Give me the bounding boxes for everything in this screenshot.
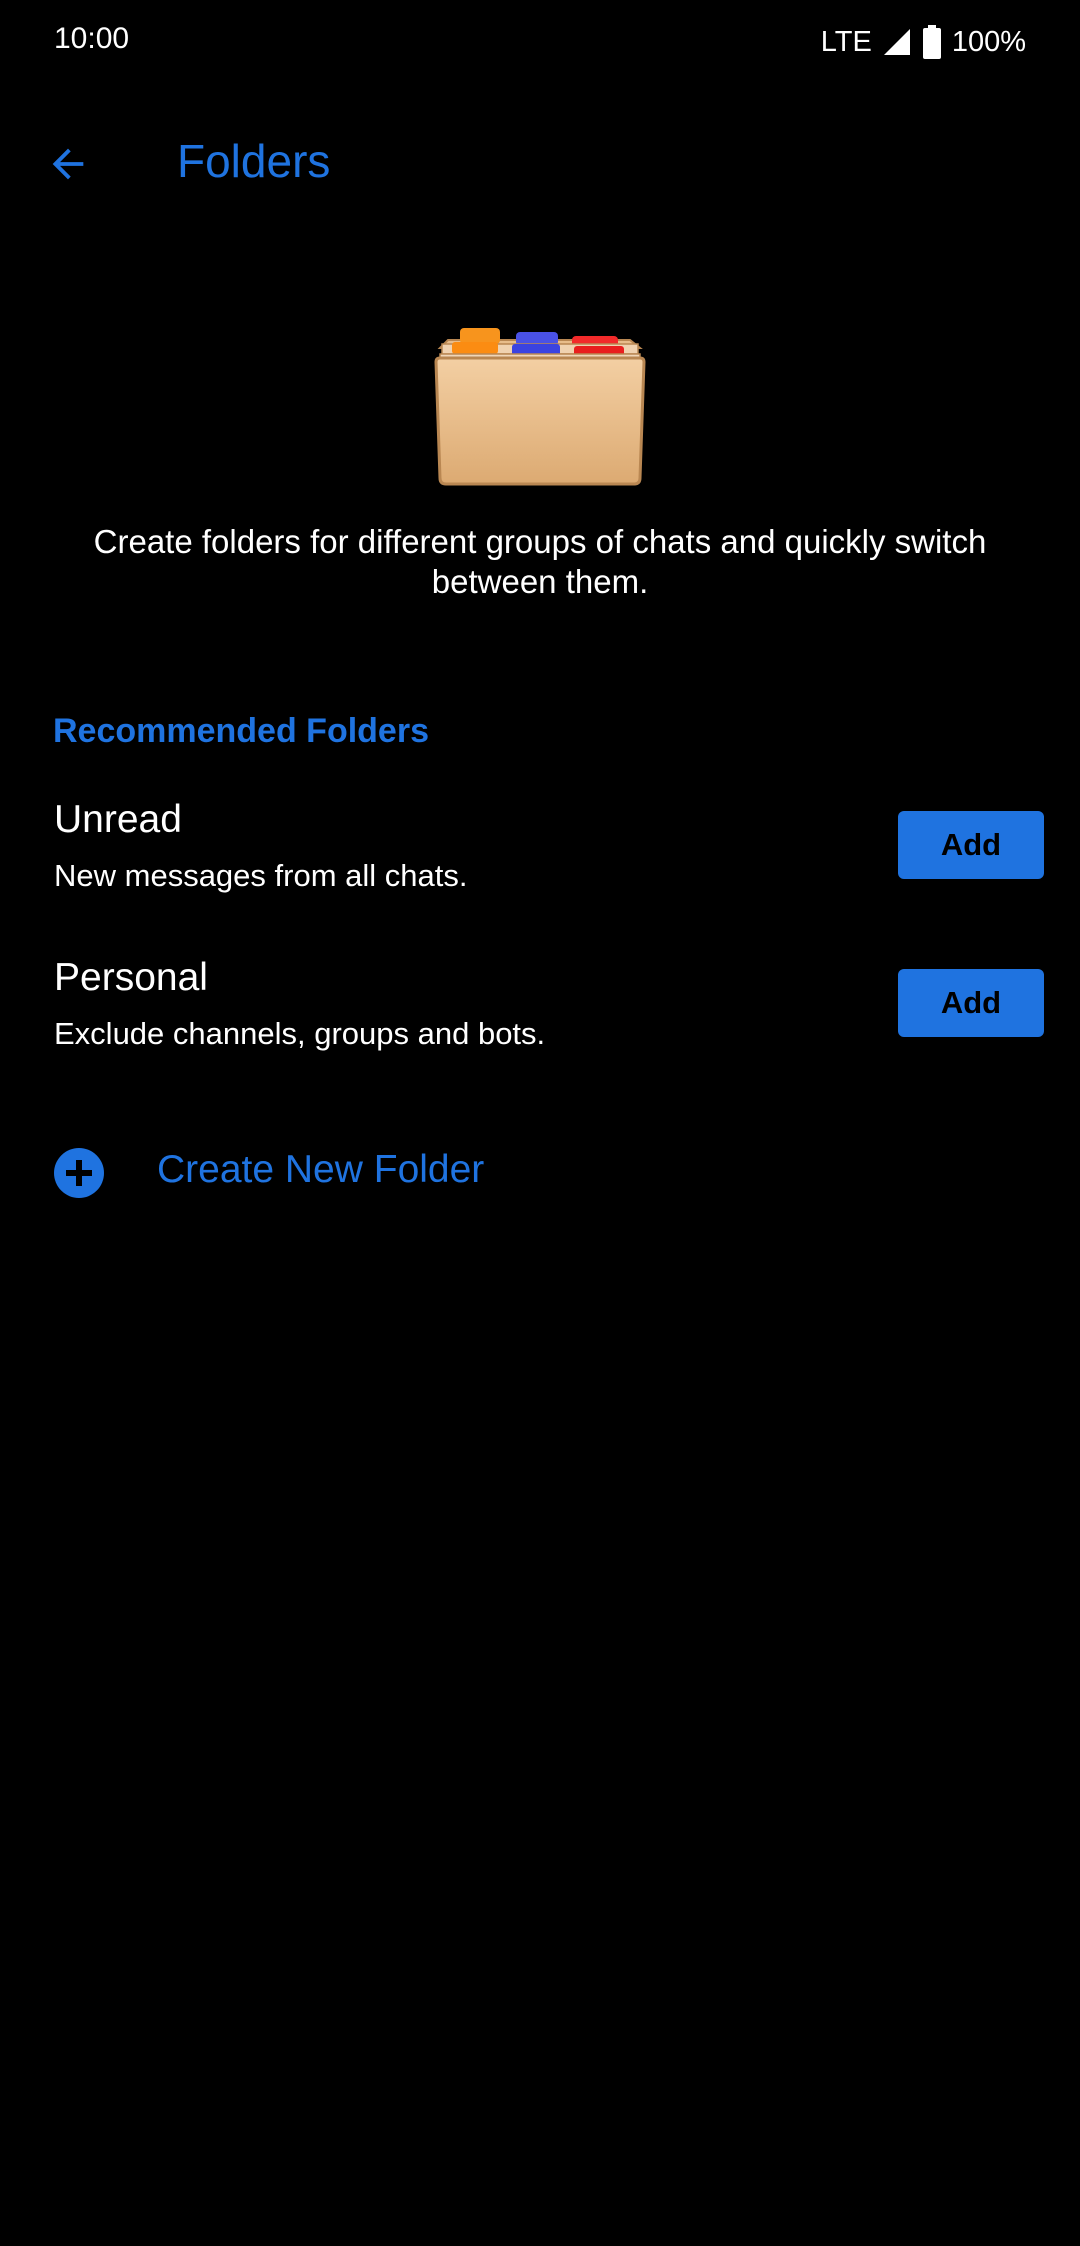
status-time: 10:00 — [54, 22, 130, 55]
recommended-folders-header: Recommended Folders — [53, 712, 429, 750]
back-button[interactable] — [28, 124, 108, 204]
battery-icon — [922, 25, 941, 59]
network-label: LTE — [820, 25, 872, 58]
create-new-folder-button[interactable]: Create New Folder — [0, 1128, 1080, 1216]
folder-subtitle: New messages from all chats. — [54, 858, 468, 893]
create-new-folder-label: Create New Folder — [157, 1148, 485, 1191]
recommended-folder-unread: Unread New messages from all chats. Add — [0, 790, 1080, 940]
folder-subtitle: Exclude channels, groups and bots. — [54, 1016, 546, 1051]
app-bar: Folders — [0, 86, 1080, 222]
description-text: Create folders for different groups of c… — [93, 523, 987, 600]
status-indicators: LTE 100% — [821, 22, 1026, 62]
add-unread-button[interactable]: Add — [898, 811, 1044, 879]
folder-title: Personal — [54, 956, 208, 999]
plus-circle-icon — [54, 1148, 104, 1198]
card-index-folder-icon — [434, 328, 646, 486]
folder-title: Unread — [54, 798, 182, 841]
arrow-back-icon — [52, 148, 84, 180]
status-bar: 10:00 LTE 100% — [0, 0, 1080, 86]
battery-percent: 100% — [951, 25, 1026, 58]
page-title: Folders — [177, 135, 331, 187]
add-personal-button[interactable]: Add — [898, 969, 1044, 1037]
signal-icon — [883, 29, 910, 55]
recommended-folder-personal: Personal Exclude channels, groups and bo… — [0, 948, 1080, 1098]
